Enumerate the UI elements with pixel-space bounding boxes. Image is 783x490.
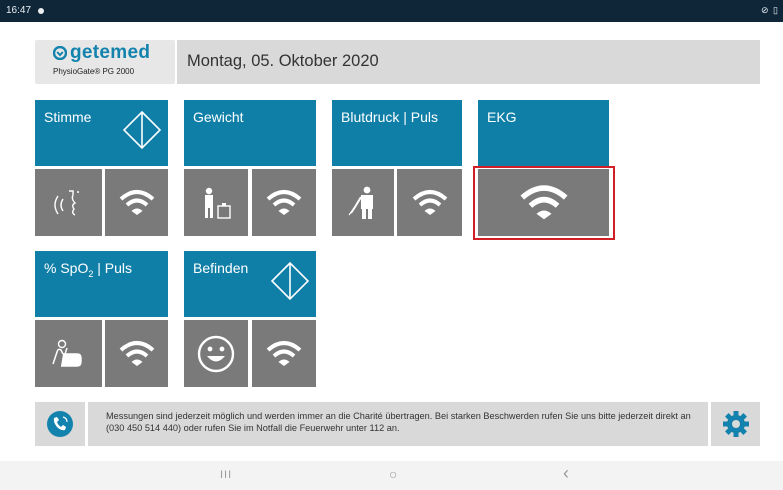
getemed-logo-icon bbox=[53, 46, 67, 60]
tile-gewicht-label: Gewicht bbox=[193, 109, 244, 125]
date-panel: Montag, 05. Oktober 2020 bbox=[177, 40, 760, 84]
stimme-measure-cell[interactable] bbox=[35, 169, 102, 236]
blutdruck-wifi-cell[interactable] bbox=[397, 169, 462, 236]
phone-call-icon bbox=[47, 411, 73, 437]
voice-icon bbox=[53, 189, 79, 216]
tile-gewicht-header[interactable]: Gewicht bbox=[184, 100, 316, 166]
back-button[interactable]: ‹ bbox=[563, 463, 569, 484]
tile-blutdruck-header[interactable]: Blutdruck | Puls bbox=[332, 100, 462, 166]
status-icons: ⊘ ▯ bbox=[761, 5, 779, 15]
tile-blutdruck-label: Blutdruck | Puls bbox=[341, 109, 439, 125]
brand-logo: getemed bbox=[53, 42, 150, 64]
info-message: Messungen sind jederzeit möglich und wer… bbox=[106, 411, 691, 433]
wifi-icon bbox=[266, 189, 302, 215]
wifi-icon bbox=[119, 189, 154, 215]
wifi-icon bbox=[412, 189, 447, 215]
tile-befinden-header[interactable]: Befinden bbox=[184, 251, 316, 317]
tile-stimme-label: Stimme bbox=[44, 109, 92, 125]
blood-pressure-person-icon bbox=[348, 186, 373, 219]
status-time: 16:47 bbox=[6, 5, 32, 16]
notification-dot-icon bbox=[38, 8, 44, 14]
tile-stimme-header[interactable]: Stimme bbox=[35, 100, 168, 166]
recents-button[interactable]: III bbox=[220, 469, 232, 481]
weight-person-icon bbox=[205, 187, 231, 219]
home-button[interactable]: ○ bbox=[389, 466, 397, 482]
wifi-icon bbox=[119, 340, 154, 366]
tile-spo2-header[interactable]: % SpO2 | Puls bbox=[35, 251, 168, 317]
phone-contact-button[interactable] bbox=[35, 402, 85, 446]
gewicht-wifi-cell[interactable] bbox=[252, 169, 316, 236]
product-name: PhysioGate® PG 2000 bbox=[53, 67, 135, 76]
tile-befinden-label: Befinden bbox=[193, 260, 249, 276]
tile-ekg-header[interactable]: EKG bbox=[478, 100, 609, 166]
tile-ekg-label: EKG bbox=[487, 109, 517, 125]
ekg-selection-highlight bbox=[473, 166, 615, 240]
gear-icon bbox=[723, 411, 749, 437]
befinden-measure-cell[interactable] bbox=[184, 320, 248, 387]
blutdruck-measure-cell[interactable] bbox=[332, 169, 394, 236]
spo2-wifi-cell[interactable] bbox=[105, 320, 168, 387]
gewicht-measure-cell[interactable] bbox=[184, 169, 248, 236]
logo-panel: getemed PhysioGate® PG 2000 bbox=[35, 40, 175, 84]
tile-spo2-label: % SpO2 | Puls bbox=[44, 260, 132, 279]
status-bar: 16:47 ⊘ ▯ bbox=[0, 0, 783, 22]
current-date: Montag, 05. Oktober 2020 bbox=[187, 52, 379, 70]
stimme-wifi-cell[interactable] bbox=[105, 169, 168, 236]
spo2-measure-cell[interactable] bbox=[35, 320, 102, 387]
tile-spo2-label-suffix: | Puls bbox=[93, 260, 133, 276]
settings-button[interactable] bbox=[711, 402, 760, 446]
wifi-icon bbox=[266, 340, 302, 366]
info-message-panel: Messungen sind jederzeit möglich und wer… bbox=[88, 402, 708, 446]
brand-name: getemed bbox=[70, 42, 151, 63]
befinden-wifi-cell[interactable] bbox=[252, 320, 316, 387]
tile-spo2-label-prefix: % SpO bbox=[44, 260, 89, 276]
navigation-bar: III ○ ‹ bbox=[0, 461, 783, 490]
smiley-icon bbox=[197, 335, 235, 372]
diamond-arrow-icon bbox=[122, 110, 162, 150]
diamond-arrow-icon bbox=[270, 261, 310, 301]
pulse-oximeter-hand-icon bbox=[51, 339, 82, 367]
